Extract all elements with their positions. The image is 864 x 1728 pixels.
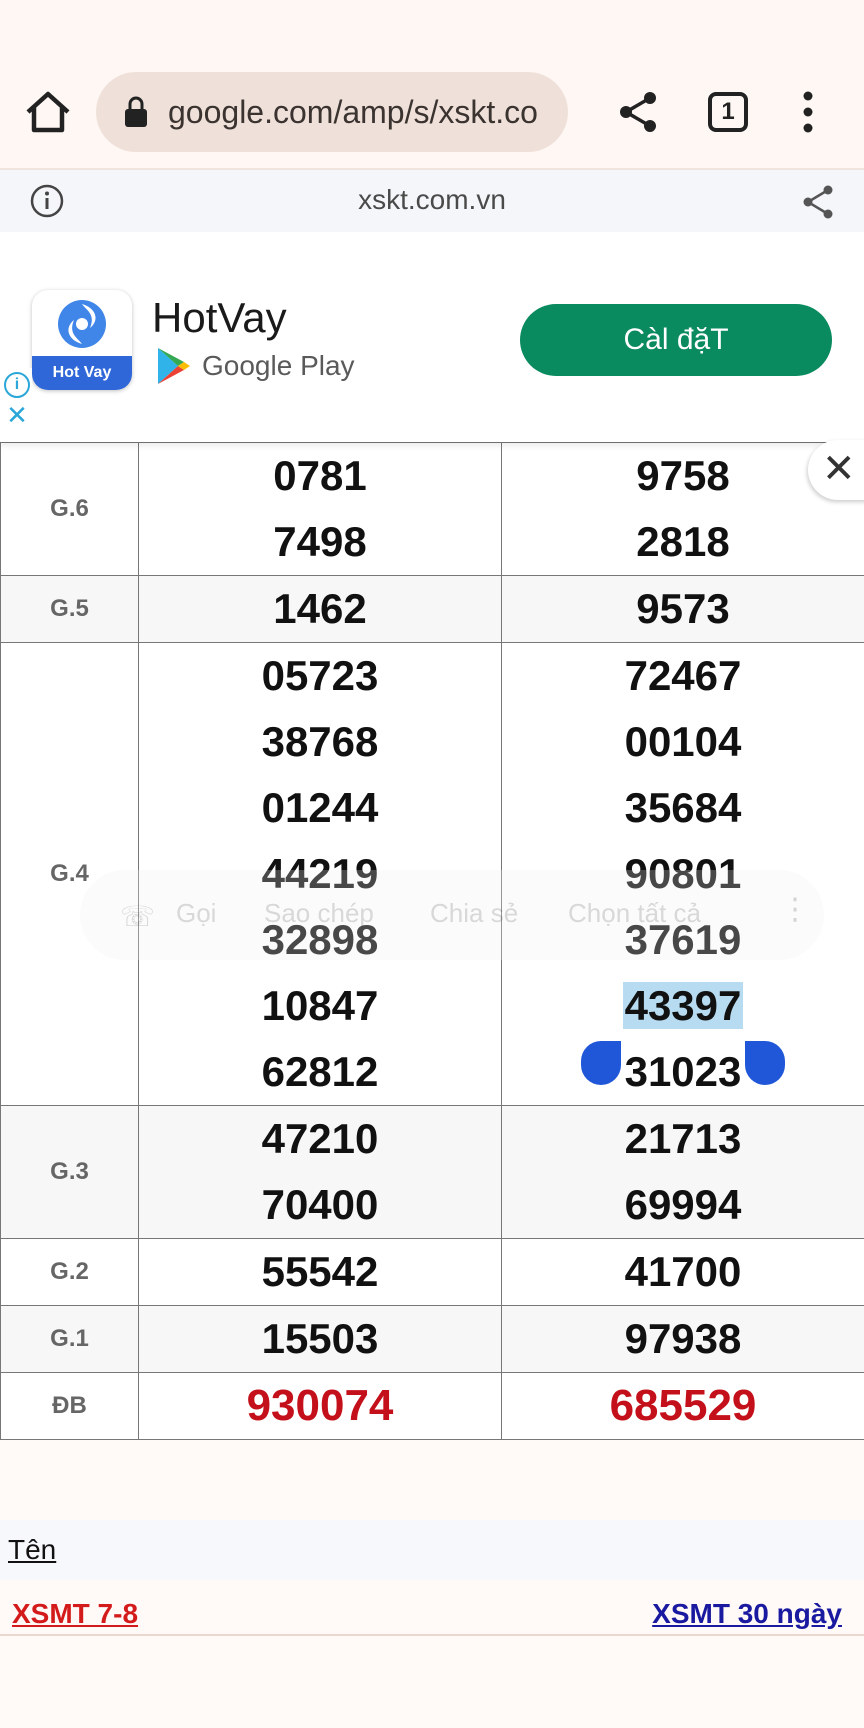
prize-number: 70400 [261,1181,379,1228]
prize-number: 38768 [261,718,379,765]
special-prize-number: 685529 [609,1381,757,1430]
prize-label: G.6 [0,442,139,576]
selection-handle-start[interactable] [580,1041,621,1085]
prize-number: 10847 [261,982,379,1029]
prize-number: 0781 [273,452,367,499]
prize-number: 55542 [261,1248,379,1295]
result-cell-province-2: 97938 [501,1305,864,1373]
prize-row: G.2 55542 41700 [0,1238,864,1306]
prize-number: 62812 [261,1048,379,1095]
result-cell-province-1: 55542 [138,1238,502,1306]
app-icon[interactable]: Hot Vay [32,290,132,390]
prize-row: G.5 1462 9573 [0,575,864,643]
text-selection-toolbar: ☏ Gọi Sao chép Chia sẻ Chọn tất cả ⋮ [80,870,824,960]
selection-handle-end[interactable] [745,1041,786,1085]
prize-number: 69994 [624,1181,742,1228]
phone-icon[interactable]: ☏ [120,900,155,933]
tab-switcher-button[interactable]: 1 [708,92,748,132]
prize-number: 43397 [502,973,864,1039]
hotvay-logo-icon [58,300,106,348]
name-link[interactable]: Tên [8,1534,56,1566]
prize-number: 41700 [624,1248,742,1295]
ad-banner[interactable]: Hot Vay HotVay Google Play Càl đặT i ✕ [0,232,864,442]
ad-close-icon[interactable]: ✕ [4,402,30,428]
install-button[interactable]: Càl đặT [520,304,832,376]
prize-number: 97938 [624,1315,742,1362]
prize-label: G.2 [0,1238,139,1306]
prize-number: 15503 [261,1315,379,1362]
result-cell-province-1: 930074 [138,1372,502,1440]
close-icon: ✕ [822,447,856,491]
ad-store-label: Google Play [202,350,355,381]
prize-number: 7498 [273,518,367,565]
prize-number: 31023 [502,1039,864,1105]
prize-row: ĐB 930074 685529 [0,1372,864,1440]
prize-number: 47210 [261,1115,379,1162]
selected-number[interactable]: 43397 [622,973,744,1039]
ad-choices[interactable]: i ✕ [0,368,32,432]
copy-option[interactable]: Sao chép [264,898,374,929]
number-text[interactable]: 31023 [625,1048,742,1095]
close-ad-button[interactable]: ✕ [808,440,864,500]
address-bar[interactable]: google.com/amp/s/xskt.co [96,72,568,152]
special-prize-number: 930074 [246,1381,394,1430]
more-options-icon[interactable]: ⋮ [780,892,810,927]
ad-info-icon[interactable]: i [4,372,30,398]
prize-number: 9573 [636,585,730,632]
more-options-icon[interactable] [796,88,820,136]
result-cell-province-2: 685529 [501,1372,864,1440]
browser-toolbar: google.com/amp/s/xskt.co 1 [0,0,864,170]
result-cell-province-2: 21713 69994 [501,1105,864,1239]
name-row: Tên [0,1520,864,1580]
prize-number: 21713 [624,1115,742,1162]
amp-domain: xskt.com.vn [358,184,506,215]
app-icon-label: Hot Vay [32,356,132,390]
share-icon[interactable] [800,184,836,220]
result-cell-province-2: 9573 [501,575,864,643]
prize-number: 1462 [273,585,367,632]
result-cell-province-1: 47210 70400 [138,1105,502,1239]
prize-row: G.1 15503 97938 [0,1305,864,1373]
result-cell-province-1: 0781 7498 [138,442,502,576]
result-cell-province-1: 1462 [138,575,502,643]
footer-links: XSMT 7-8 XSMT 30 ngày [0,1584,864,1636]
select-all-option[interactable]: Chọn tất cả [568,898,701,929]
xsmt-30-days-link[interactable]: XSMT 30 ngày [652,1598,842,1630]
share-icon[interactable] [616,90,660,134]
ad-title[interactable]: HotVay [152,294,287,342]
xsmt-7-8-link[interactable]: XSMT 7-8 [12,1598,138,1630]
prize-number: 00104 [624,718,742,765]
prize-row: G.3 47210 70400 21713 69994 [0,1105,864,1239]
result-cell-province-2: 41700 [501,1238,864,1306]
result-cell-province-1: 15503 [138,1305,502,1373]
prize-number: 01244 [261,784,379,831]
lock-icon [125,96,147,127]
prize-number: 72467 [624,652,742,699]
prize-number: 2818 [636,518,730,565]
url-text: google.com/amp/s/xskt.co [168,94,538,130]
number-text[interactable]: 43397 [622,982,744,1029]
prize-number: 35684 [624,784,742,831]
prize-number: 05723 [261,652,379,699]
prize-label: G.5 [0,575,139,643]
prize-label: ĐB [0,1372,139,1440]
call-option[interactable]: Gọi [176,898,216,929]
prize-row: G.6 0781 7498 9758 2818 [0,442,864,576]
home-icon[interactable] [22,86,74,138]
share-option[interactable]: Chia sẻ [430,898,518,929]
prize-label: G.3 [0,1105,139,1239]
prize-label: G.1 [0,1305,139,1373]
selected-number[interactable]: 31023 [580,1039,786,1105]
amp-header: xskt.com.vn [0,170,864,232]
google-play-icon [158,348,190,384]
